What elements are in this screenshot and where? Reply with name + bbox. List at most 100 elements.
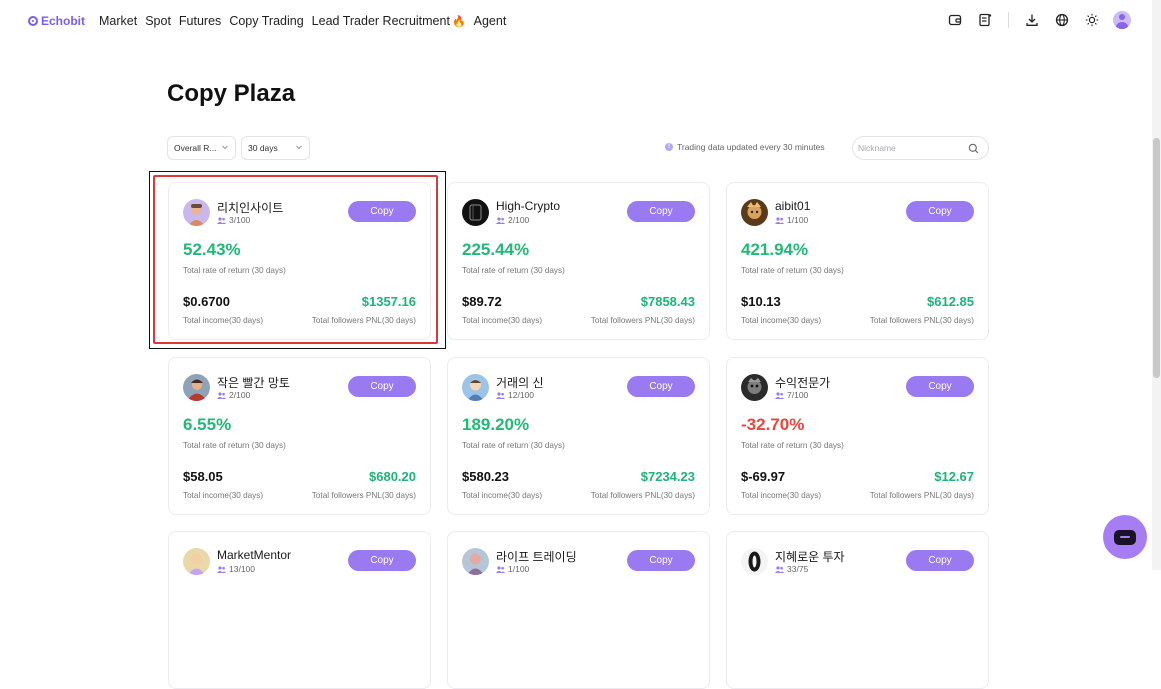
nav-market[interactable]: Market	[99, 14, 137, 28]
trader-avatar	[741, 548, 768, 575]
followers-pnl-label: Total followers PNL(30 days)	[590, 316, 695, 325]
trader-card[interactable]: 작은 빨간 망토 2/100 Copy 6.55% Total rate of …	[168, 357, 431, 515]
rate-of-return-label: Total rate of return (30 days)	[462, 266, 565, 275]
followers-pnl-label: Total followers PNL(30 days)	[590, 491, 695, 500]
trader-followers-count: 2/100	[508, 215, 530, 225]
trader-followers-count: 7/100	[787, 390, 809, 400]
trader-name: aibit01	[775, 199, 811, 213]
highlight-inner-frame	[153, 175, 438, 344]
globe-icon[interactable]	[1053, 11, 1071, 29]
people-icon	[217, 565, 226, 573]
total-income: $580.23	[462, 469, 509, 484]
trader-card[interactable]: 라이프 트레이딩 1/100 Copy	[447, 531, 710, 689]
followers-pnl: $12.67	[934, 469, 974, 484]
navbar-divider	[1008, 12, 1009, 28]
people-icon	[496, 391, 505, 399]
info-icon: !	[665, 143, 673, 151]
trader-card[interactable]: aibit01 1/100 Copy 421.94% Total rate of…	[726, 182, 989, 340]
echobit-logo[interactable]: Echobit	[28, 14, 85, 28]
trader-avatar	[741, 374, 768, 401]
rate-of-return: 225.44%	[462, 240, 530, 259]
trader-avatar	[183, 374, 210, 401]
trader-name: MarketMentor	[217, 548, 292, 562]
followers-pnl-label: Total followers PNL(30 days)	[869, 316, 974, 325]
trader-followers: 12/100	[496, 390, 534, 400]
rank-filter-select[interactable]: Overall R...	[167, 136, 236, 160]
copy-button[interactable]: Copy	[627, 550, 695, 571]
trader-followers-count: 13/100	[229, 564, 255, 574]
trader-followers: 1/100	[775, 215, 808, 225]
chevron-down-icon	[222, 145, 228, 150]
trader-name: 작은 빨간 망토	[217, 376, 290, 390]
trader-avatar	[462, 199, 489, 226]
copy-button[interactable]: Copy	[906, 550, 974, 571]
people-icon	[775, 391, 784, 399]
trader-card[interactable]: 거래의 신 12/100 Copy 189.20% Total rate of …	[447, 357, 710, 515]
download-icon[interactable]	[1023, 11, 1041, 29]
trader-name: 지혜로운 투자	[775, 550, 845, 564]
total-income: $89.72	[462, 294, 502, 309]
copy-button[interactable]: Copy	[906, 376, 974, 397]
page-scrollbar[interactable]	[1152, 0, 1161, 570]
followers-pnl: $7858.43	[640, 294, 695, 309]
trader-avatar	[462, 548, 489, 575]
trader-followers-count: 33/75	[787, 564, 809, 574]
orders-icon[interactable]	[976, 11, 994, 29]
rate-of-return: -32.70%	[741, 415, 805, 434]
rate-of-return-label: Total rate of return (30 days)	[741, 441, 844, 450]
trader-card[interactable]: 수익전문가 7/100 Copy -32.70% Total rate of r…	[726, 357, 989, 515]
total-income: $10.13	[741, 294, 781, 309]
top-navbar: Echobit Market Spot Futures Copy Trading…	[0, 0, 1161, 42]
copy-button[interactable]: Copy	[348, 550, 416, 571]
trader-card[interactable]: MarketMentor 13/100 Copy	[168, 531, 431, 689]
chat-icon	[1114, 529, 1136, 545]
rate-of-return: 6.55%	[183, 415, 232, 434]
chat-support-button[interactable]	[1103, 515, 1147, 559]
people-icon	[496, 216, 505, 224]
nav-futures[interactable]: Futures	[179, 14, 221, 28]
nickname-search[interactable]	[852, 136, 989, 160]
scrollbar-thumb[interactable]	[1153, 138, 1160, 378]
copy-button[interactable]: Copy	[906, 201, 974, 222]
search-icon[interactable]	[968, 143, 979, 154]
followers-pnl: $612.85	[927, 294, 974, 309]
trader-followers-count: 1/100	[508, 564, 530, 574]
update-note-text: Trading data updated every 30 minutes	[677, 142, 825, 152]
total-income: $58.05	[183, 469, 223, 484]
period-filter-select[interactable]: 30 days	[241, 136, 310, 160]
rate-of-return-label: Total rate of return (30 days)	[741, 266, 844, 275]
rate-of-return-label: Total rate of return (30 days)	[462, 441, 565, 450]
people-icon	[775, 565, 784, 573]
total-income-label: Total income(30 days)	[741, 316, 822, 325]
search-input[interactable]	[858, 143, 958, 153]
copy-button[interactable]: Copy	[627, 376, 695, 397]
trader-card[interactable]: 지혜로운 투자 33/75 Copy	[726, 531, 989, 689]
trader-followers-count: 12/100	[508, 390, 534, 400]
copy-button[interactable]: Copy	[348, 376, 416, 397]
copy-button[interactable]: Copy	[627, 201, 695, 222]
wallet-icon[interactable]	[946, 11, 964, 29]
total-income-label: Total income(30 days)	[741, 491, 822, 500]
chevron-down-icon	[296, 145, 302, 150]
trader-name: 라이프 트레이딩	[496, 550, 577, 564]
followers-pnl-label: Total followers PNL(30 days)	[311, 491, 416, 500]
trader-followers: 2/100	[496, 215, 529, 225]
total-income-label: Total income(30 days)	[183, 491, 264, 500]
page-title: Copy Plaza	[167, 80, 296, 107]
people-icon	[775, 216, 784, 224]
nav-spot[interactable]: Spot	[145, 14, 171, 28]
nav-agent[interactable]: Agent	[474, 14, 507, 28]
rate-of-return: 421.94%	[741, 240, 809, 259]
trader-avatar	[741, 199, 768, 226]
nav-copy-trading[interactable]: Copy Trading	[229, 14, 303, 28]
total-income-label: Total income(30 days)	[462, 316, 543, 325]
trader-avatar	[183, 548, 210, 575]
people-icon	[217, 391, 226, 399]
update-note: ! Trading data updated every 30 minutes	[665, 142, 825, 152]
nav-lead-trader-recruitment[interactable]: Lead Trader Recruitment 🔥	[312, 14, 466, 28]
sun-icon[interactable]	[1083, 11, 1101, 29]
rate-of-return-label: Total rate of return (30 days)	[183, 441, 286, 450]
trader-followers: 7/100	[775, 390, 808, 400]
user-avatar-icon[interactable]	[1113, 11, 1131, 29]
trader-card[interactable]: High-Crypto 2/100 Copy 225.44% Total rat…	[447, 182, 710, 340]
